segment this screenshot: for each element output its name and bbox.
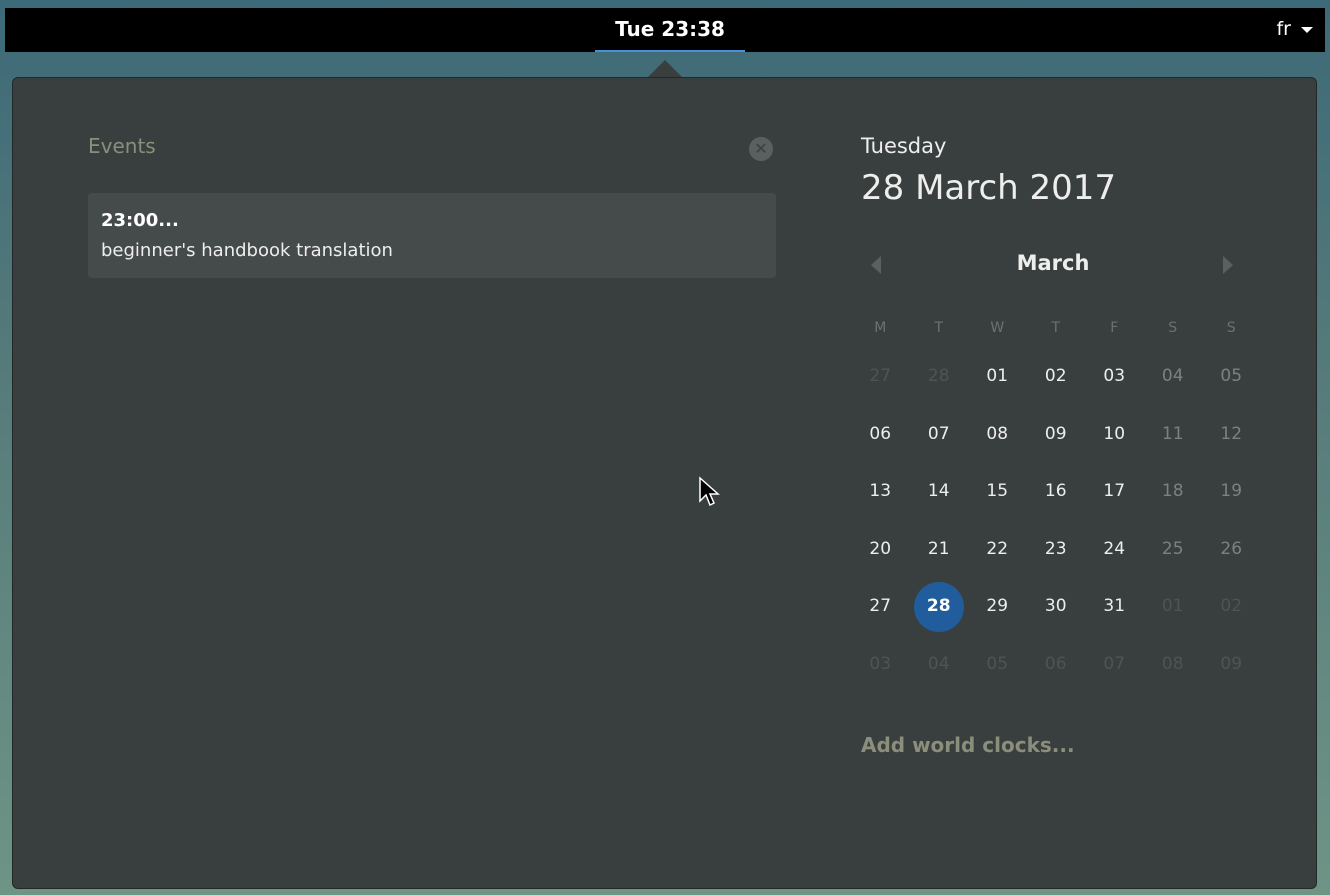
calendar-day[interactable]: 09 bbox=[1027, 406, 1086, 464]
weekday-header: S bbox=[1226, 320, 1236, 336]
calendar-day[interactable]: 20 bbox=[851, 521, 910, 579]
calendar-week-row: 27 28 29 30 31 01 02 bbox=[851, 578, 1261, 636]
calendar-day[interactable]: 29 bbox=[968, 578, 1027, 636]
calendar-day[interactable]: 05 bbox=[968, 636, 1027, 694]
calendar-day[interactable]: 26 bbox=[1202, 521, 1261, 579]
weekday-header: M bbox=[874, 320, 887, 336]
calendar-day[interactable]: 03 bbox=[851, 636, 910, 694]
calendar-popover: Events ✕ 23:00... beginner's handbook tr… bbox=[12, 77, 1317, 889]
calendar-day[interactable]: 21 bbox=[910, 521, 969, 579]
calendar-day[interactable]: 13 bbox=[851, 463, 910, 521]
calendar-day[interactable]: 18 bbox=[1144, 463, 1203, 521]
calendar-week-row: 13 14 15 16 17 18 19 bbox=[851, 463, 1261, 521]
calendar-day[interactable]: 02 bbox=[1202, 578, 1261, 636]
calendar-day[interactable]: 27 bbox=[851, 348, 910, 406]
current-day-name: Tuesday bbox=[861, 134, 947, 158]
clear-events-icon[interactable]: ✕ bbox=[749, 137, 773, 161]
calendar-day[interactable]: 08 bbox=[968, 406, 1027, 464]
weekday-header: T bbox=[1051, 320, 1061, 336]
calendar-day[interactable]: 08 bbox=[1144, 636, 1203, 694]
calendar-day[interactable]: 28 bbox=[910, 348, 969, 406]
calendar-day[interactable]: 16 bbox=[1027, 463, 1086, 521]
calendar-day[interactable]: 31 bbox=[1085, 578, 1144, 636]
language-label: fr bbox=[1276, 18, 1291, 40]
top-bar: Tue 23:38 fr bbox=[5, 8, 1325, 52]
calendar-day[interactable]: 06 bbox=[851, 406, 910, 464]
calendar-day[interactable]: 12 bbox=[1202, 406, 1261, 464]
mouse-cursor-icon bbox=[699, 476, 720, 507]
calendar-day[interactable]: 02 bbox=[1027, 348, 1086, 406]
add-world-clocks-button[interactable]: Add world clocks... bbox=[861, 733, 1075, 757]
calendar-week-row: 06 07 08 09 10 11 12 bbox=[851, 406, 1261, 464]
calendar-day[interactable]: 07 bbox=[910, 406, 969, 464]
calendar-day[interactable]: 10 bbox=[1085, 406, 1144, 464]
calendar-day[interactable]: 30 bbox=[1027, 578, 1086, 636]
event-item[interactable]: 23:00... beginner's handbook translation bbox=[88, 193, 776, 278]
chevron-down-icon bbox=[1301, 27, 1313, 33]
events-heading: Events bbox=[88, 134, 156, 158]
calendar-day[interactable]: 01 bbox=[968, 348, 1027, 406]
event-time: 23:00... bbox=[101, 210, 179, 231]
clock-button[interactable]: Tue 23:38 bbox=[595, 8, 745, 52]
weekday-header: S bbox=[1168, 320, 1178, 336]
calendar-day[interactable]: 15 bbox=[968, 463, 1027, 521]
calendar-day[interactable]: 22 bbox=[968, 521, 1027, 579]
event-name: beginner's handbook translation bbox=[101, 240, 393, 261]
calendar-week-row: 20 21 22 23 24 25 26 bbox=[851, 521, 1261, 579]
weekday-header-row: M T W T F S S bbox=[851, 308, 1261, 348]
calendar-day[interactable]: 25 bbox=[1144, 521, 1203, 579]
weekday-header: F bbox=[1110, 320, 1119, 336]
today-number: 28 bbox=[926, 596, 951, 616]
calendar-day[interactable]: 27 bbox=[851, 578, 910, 636]
calendar-grid: M T W T F S S 27 28 01 02 03 04 05 06 07… bbox=[851, 308, 1261, 693]
calendar-day[interactable]: 06 bbox=[1027, 636, 1086, 694]
popover-pointer bbox=[647, 60, 683, 78]
calendar-day[interactable]: 03 bbox=[1085, 348, 1144, 406]
calendar-day-today[interactable]: 28 bbox=[910, 578, 969, 636]
calendar-day[interactable]: 17 bbox=[1085, 463, 1144, 521]
weekday-header: T bbox=[934, 320, 944, 336]
calendar-day[interactable]: 01 bbox=[1144, 578, 1203, 636]
calendar-day[interactable]: 24 bbox=[1085, 521, 1144, 579]
current-date: 28 March 2017 bbox=[861, 168, 1117, 208]
calendar-week-row: 27 28 01 02 03 04 05 bbox=[851, 348, 1261, 406]
calendar-month: March bbox=[1016, 251, 1090, 275]
calendar-day[interactable]: 19 bbox=[1202, 463, 1261, 521]
calendar-day[interactable]: 14 bbox=[910, 463, 969, 521]
calendar-day[interactable]: 09 bbox=[1202, 636, 1261, 694]
calendar-day[interactable]: 23 bbox=[1027, 521, 1086, 579]
next-month-icon[interactable] bbox=[1223, 256, 1233, 274]
calendar-day[interactable]: 04 bbox=[910, 636, 969, 694]
calendar-day[interactable]: 05 bbox=[1202, 348, 1261, 406]
calendar-day[interactable]: 04 bbox=[1144, 348, 1203, 406]
calendar-day[interactable]: 11 bbox=[1144, 406, 1203, 464]
previous-month-icon[interactable] bbox=[871, 256, 881, 274]
weekday-header: W bbox=[990, 320, 1005, 336]
calendar-day[interactable]: 07 bbox=[1085, 636, 1144, 694]
calendar-week-row: 03 04 05 06 07 08 09 bbox=[851, 636, 1261, 694]
